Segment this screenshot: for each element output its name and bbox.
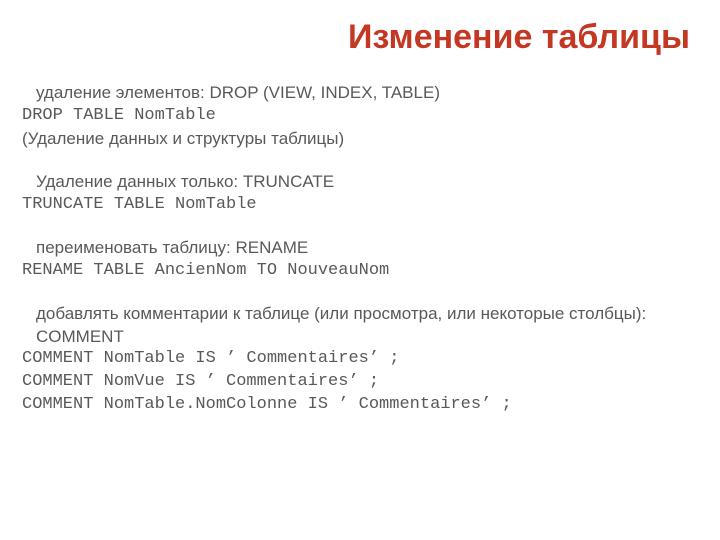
bullet-text: добавлять комментарии к таблице (или про…: [36, 304, 646, 346]
bullet-comment: добавлять комментарии к таблице (или про…: [22, 303, 698, 349]
code-drop: DROP TABLE NomTable: [22, 105, 698, 128]
bullet-rename: переименовать таблицу: RENAME: [22, 237, 698, 260]
spacer: [22, 217, 698, 235]
body-content: удаление элементов: DROP (VIEW, INDEX, T…: [22, 80, 698, 417]
bullet-truncate: Удаление данных только: TRUNCATE: [22, 171, 698, 194]
spacer: [22, 151, 698, 169]
code-comment-2: COMMENT NomVue IS ’ Commentaires’ ;: [22, 371, 698, 394]
bullet-text: удаление элементов: DROP (VIEW, INDEX, T…: [36, 83, 440, 102]
code-comment-1: COMMENT NomTable IS ’ Commentaires’ ;: [22, 348, 698, 371]
bullet-text: Удаление данных только: TRUNCATE: [36, 172, 334, 191]
spacer: [22, 283, 698, 301]
slide: Изменение таблицы удаление элементов: DR…: [0, 0, 720, 540]
page-title: Изменение таблицы: [30, 18, 690, 57]
bullet-text: переименовать таблицу: RENAME: [36, 238, 308, 257]
bullet-drop: удаление элементов: DROP (VIEW, INDEX, T…: [22, 82, 698, 105]
note-drop: (Удаление данных и структуры таблицы): [22, 128, 698, 151]
code-comment-3: COMMENT NomTable.NomColonne IS ’ Comment…: [22, 394, 698, 417]
code-rename: RENAME TABLE AncienNom TO NouveauNom: [22, 260, 698, 283]
code-truncate: TRUNCATE TABLE NomTable: [22, 194, 698, 217]
